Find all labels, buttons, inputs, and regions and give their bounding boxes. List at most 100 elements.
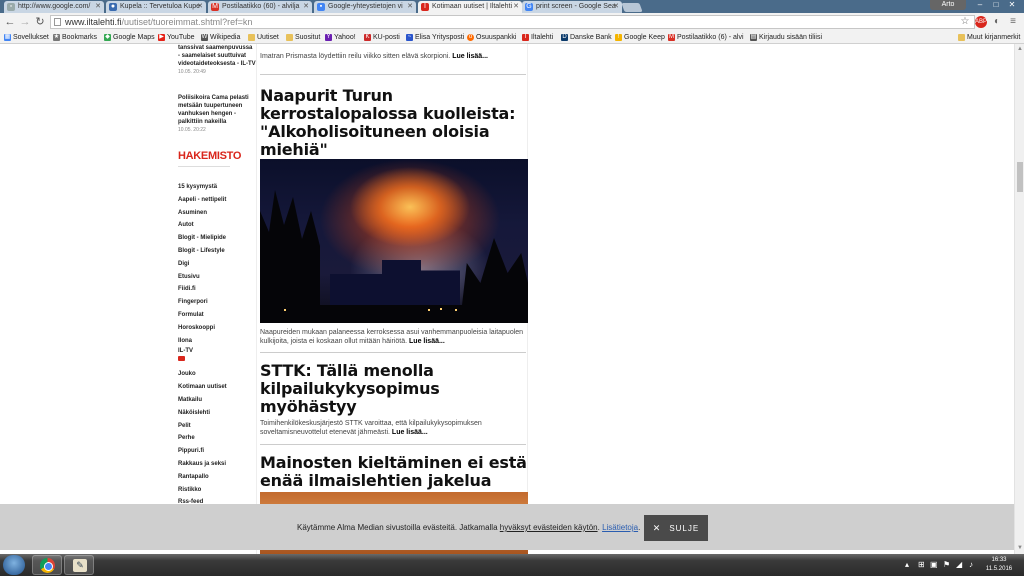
taskbar-chrome[interactable]: [32, 555, 62, 575]
directory-link[interactable]: Blogit - Mielipide: [178, 232, 227, 245]
read-more-link[interactable]: Lue lisää...: [409, 338, 445, 345]
bookmark-kirjaudu[interactable]: ▤ Kirjaudu sisään tiliisi: [750, 32, 822, 43]
directory-link[interactable]: Ristikko: [178, 484, 227, 497]
bookmark-suositut[interactable]: Suositut: [286, 32, 320, 43]
article-headline[interactable]: Naapurit Turun kerrostalopalossa kuollei…: [260, 87, 528, 159]
directory-link[interactable]: Perhe: [178, 432, 227, 445]
close-window-icon[interactable]: ✕: [1004, 0, 1020, 10]
danske-icon: D: [561, 34, 568, 41]
bookmark-osuuspankki[interactable]: o Osuuspankki: [467, 32, 516, 43]
close-tab-icon[interactable]: ✕: [303, 1, 309, 13]
bookmark-google-keep[interactable]: ! Google Keep: [615, 32, 665, 43]
divider: [260, 444, 526, 445]
bookmark-wikipedia[interactable]: W Wikipedia: [201, 32, 240, 43]
tab-google[interactable]: ▫ http://www.google.com/ ✕: [4, 1, 104, 13]
page-info-icon[interactable]: [54, 18, 61, 26]
accept-cookies-link[interactable]: hyväksyt evästeiden käytön: [500, 523, 598, 532]
close-tab-icon[interactable]: ✕: [197, 1, 203, 13]
article-headline[interactable]: STTK: Tällä menolla kilpailukykysopimus …: [260, 362, 528, 416]
scroll-thumb[interactable]: [1017, 162, 1023, 192]
menu-icon[interactable]: ≡: [1007, 16, 1019, 28]
taskbar-clock[interactable]: 16:33 11.5.2016: [984, 556, 1014, 574]
other-bookmarks[interactable]: Muut kirjanmerkit: [958, 32, 1020, 43]
directory-link[interactable]: Blogit - Lifestyle: [178, 245, 227, 258]
close-tab-icon[interactable]: ✕: [513, 1, 519, 13]
directory-link[interactable]: Kotimaan uutiset: [178, 381, 227, 394]
minimize-icon[interactable]: –: [972, 0, 988, 10]
tray-app-icon[interactable]: ▣: [930, 560, 938, 569]
bookmark-google-maps[interactable]: ◆ Google Maps: [104, 32, 155, 43]
directory-link[interactable]: Autot: [178, 219, 227, 232]
bookmark-elisa[interactable]: ~ Elisa Yritysposti: [406, 32, 464, 43]
action-center-icon[interactable]: ⚑: [943, 560, 950, 569]
tab-kupela[interactable]: ● Kupela :: Tervetuloa Kupe ✕: [106, 1, 206, 13]
bookmark-danske[interactable]: D Danske Bank: [561, 32, 612, 43]
close-tab-icon[interactable]: ✕: [613, 1, 619, 13]
directory-link[interactable]: Rantapallo: [178, 471, 227, 484]
close-cookie-button[interactable]: ✕ SULJE: [644, 515, 708, 541]
back-icon[interactable]: ←: [4, 16, 16, 28]
bookmark-yahoo[interactable]: Y Yahoo!: [325, 32, 356, 43]
directory-link[interactable]: Pippuri.fi: [178, 445, 227, 458]
directory-link[interactable]: Asuminen: [178, 207, 227, 220]
read-more-link[interactable]: Lue lisää...: [392, 429, 428, 436]
tab-google-contacts[interactable]: ▪ Google-yhteystietojen vi ✕: [314, 1, 416, 13]
directory-link[interactable]: Pelit: [178, 420, 227, 433]
directory-link[interactable]: Näköislehti: [178, 407, 227, 420]
tab-google-search[interactable]: G print screen - Google Sea ✕: [522, 1, 622, 13]
profile-button[interactable]: Arto: [930, 0, 966, 10]
bookmark-ku-posti[interactable]: K KU-posti: [364, 32, 400, 43]
article-headline[interactable]: Mainosten kieltäminen ei estä enää ilmai…: [260, 454, 528, 490]
reload-icon[interactable]: ↻: [34, 16, 46, 28]
article-image-fire[interactable]: [260, 159, 528, 323]
more-info-link[interactable]: Lisätietoja: [602, 523, 638, 532]
adblock-icon[interactable]: ABP: [975, 16, 987, 28]
network-icon[interactable]: ◢: [956, 560, 962, 569]
tab-iltalehti[interactable]: I Kotimaan uutiset | Iltalehti ✕: [418, 1, 522, 13]
directory-link[interactable]: Jouko: [178, 368, 227, 381]
windows-flag-icon[interactable]: ⊞: [918, 560, 925, 569]
tab-gmail[interactable]: M Postilaatikko (60) - alvilja ✕: [208, 1, 312, 13]
directory-link[interactable]: Rakkaus ja seksi: [178, 458, 227, 471]
directory-link[interactable]: Digi: [178, 258, 227, 271]
bookmark-label: Google Maps: [113, 34, 155, 41]
volume-icon[interactable]: ♪: [969, 560, 973, 569]
new-tab-button[interactable]: [621, 3, 643, 12]
bookmark-star-icon[interactable]: ☆: [959, 16, 971, 28]
extension-icon[interactable]: ◐: [991, 16, 1003, 28]
directory-link[interactable]: Etusivu: [178, 271, 227, 284]
forward-icon[interactable]: →: [19, 16, 31, 28]
directory-link[interactable]: 15 kysymystä: [178, 181, 227, 194]
scroll-up-icon[interactable]: ▲: [1016, 45, 1024, 53]
start-button[interactable]: [3, 555, 25, 575]
bookmark-uutiset[interactable]: Uutiset: [248, 32, 279, 43]
scroll-down-icon[interactable]: ▼: [1016, 544, 1024, 552]
directory-link-iltv[interactable]: IL-TV: [178, 347, 227, 365]
taskbar-paint[interactable]: ✎: [64, 555, 94, 575]
bookmark-label: Bookmarks: [62, 34, 98, 41]
bookmark-bookmarks[interactable]: ★ Bookmarks: [53, 32, 97, 43]
address-bar[interactable]: www.iltalehti.fi/uutiset/tuoreimmat.shtm…: [50, 15, 975, 29]
news-time: 10.05. 20:49: [178, 69, 206, 75]
maximize-icon[interactable]: □: [988, 0, 1004, 10]
close-tab-icon[interactable]: ✕: [407, 1, 413, 13]
directory-link[interactable]: Fingerpori: [178, 296, 227, 309]
op-icon: o: [467, 34, 474, 41]
bookmark-iltalehti[interactable]: I Iltalehti: [522, 32, 553, 43]
directory-link[interactable]: Aapeli - nettipelit: [178, 194, 227, 207]
directory-link[interactable]: Horoskooppi: [178, 322, 227, 335]
directory-link[interactable]: Fiidi.fi: [178, 283, 227, 296]
close-tab-icon[interactable]: ✕: [95, 1, 101, 13]
page-scrollbar[interactable]: ▲ ▼: [1014, 44, 1024, 554]
directory-link[interactable]: Matkailu: [178, 394, 227, 407]
directory-link[interactable]: Formulat: [178, 309, 227, 322]
sidebar-news-item[interactable]: Poliisikoira Cama pelasti metsään tuuper…: [178, 94, 256, 134]
sidebar-news-item[interactable]: tanssivat saamenpuvussa - saamelaiset su…: [178, 44, 256, 76]
directory-link[interactable]: Ilona: [178, 335, 227, 348]
read-more-link[interactable]: Lue lisää...: [452, 53, 488, 60]
bookmark-label: Danske Bank: [570, 34, 612, 41]
tray-arrow-icon[interactable]: ▴: [905, 560, 909, 569]
bookmark-postilaatikko[interactable]: M Postilaatikko (6) - alvi: [668, 32, 744, 43]
bookmark-youtube[interactable]: ▶ YouTube: [158, 32, 195, 43]
bookmark-sovellukset[interactable]: ▦ Sovellukset: [4, 32, 49, 43]
